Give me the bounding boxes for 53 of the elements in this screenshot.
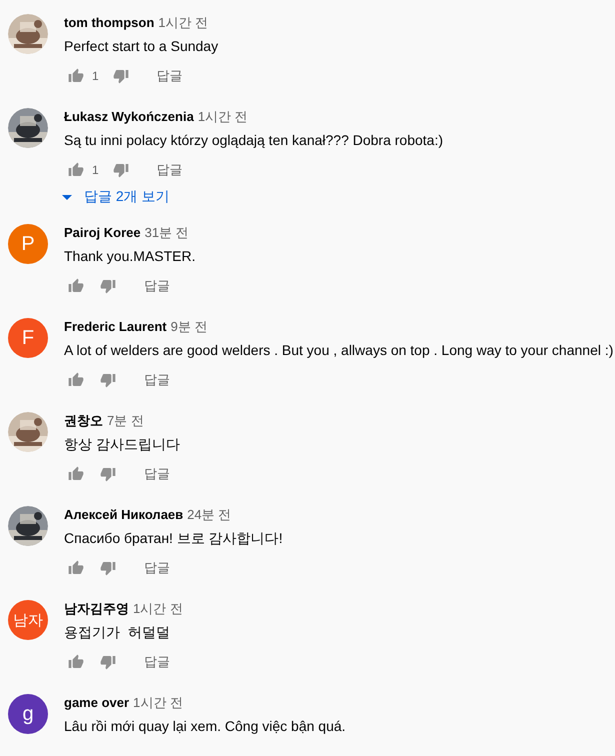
comment-text: Są tu inni polacy którzy oglądają ten kanał??? Dobra robota:) [64, 131, 444, 150]
comment-text: Perfect start to a Sunday [64, 37, 220, 56]
avatar[interactable]: F [8, 318, 48, 358]
thumbs-up-icon [68, 372, 84, 388]
comment-text: Thank you.MASTER. [64, 247, 196, 266]
thumbs-down-icon [100, 654, 116, 670]
thumbs-down-icon [112, 68, 129, 84]
comment-text: 용접기가 허덜덜 [64, 623, 171, 642]
timestamp[interactable]: 7분 전 [107, 413, 144, 428]
reply-button[interactable]: 답글 [144, 61, 195, 91]
comment-author[interactable]: Łukasz Wykończenia [64, 109, 194, 124]
reply-button[interactable]: 답글 [132, 553, 182, 583]
thumbs-up-icon [68, 560, 84, 576]
reply-button[interactable]: 답글 [132, 271, 182, 301]
timestamp[interactable]: 24분 전 [187, 507, 232, 522]
thumbs-up-icon [68, 278, 84, 294]
thumbs-down-icon [100, 466, 116, 482]
timestamp[interactable]: 1시간 전 [133, 695, 183, 710]
thumbs-up-icon [68, 654, 84, 670]
avatar[interactable]: 남자 [8, 600, 48, 640]
like-count: 1 [92, 163, 99, 177]
reply-button[interactable]: 답글 [144, 155, 195, 185]
thumbs-down-icon [112, 162, 129, 178]
like-count: 1 [92, 69, 99, 83]
comment-text: Lâu rồi mới quay lại xem. Công việc bận quá. [64, 717, 347, 736]
comment-author[interactable]: game over [64, 695, 130, 710]
reply-button[interactable]: 답글 [132, 365, 182, 395]
comment-text: 항상 감사드립니다 [64, 435, 181, 454]
timestamp[interactable]: 31분 전 [144, 225, 189, 240]
thumbs-up-icon [68, 466, 84, 482]
view-replies-button[interactable]: 답글 2개 보기 [62, 186, 170, 208]
reply-button[interactable]: 답글 [132, 647, 182, 677]
comment-author[interactable]: Frederic Laurent [64, 319, 167, 334]
comment-text: Спасибо братан! 브로 감사합니다! [64, 529, 284, 548]
comment-author[interactable]: Алексей Николаев [64, 507, 184, 522]
comment-author[interactable]: 남자김주영 [64, 601, 129, 616]
comment-author[interactable]: tom thompson [64, 15, 154, 30]
thumbs-up-icon [68, 68, 84, 84]
thumbs-up-icon [68, 162, 84, 178]
comment-text: A lot of welders are good welders . But you , allways on top . Long way to your channel :) [64, 341, 614, 360]
timestamp[interactable]: 1시간 전 [133, 601, 183, 616]
comment-author[interactable]: Pairoj Koree [64, 225, 141, 240]
timestamp[interactable]: 9분 전 [170, 319, 208, 334]
comment-author[interactable]: 권창오 [64, 413, 103, 428]
thumbs-down-icon [100, 372, 116, 388]
avatar[interactable]: g [8, 694, 48, 734]
thumbs-down-icon [100, 278, 116, 294]
thumbs-down-icon [100, 560, 116, 576]
timestamp[interactable]: 1시간 전 [158, 15, 208, 30]
avatar[interactable]: P [8, 224, 48, 264]
timestamp[interactable]: 1시간 전 [198, 109, 248, 124]
caret-icon [62, 194, 72, 200]
reply-button[interactable]: 답글 [132, 459, 182, 489]
